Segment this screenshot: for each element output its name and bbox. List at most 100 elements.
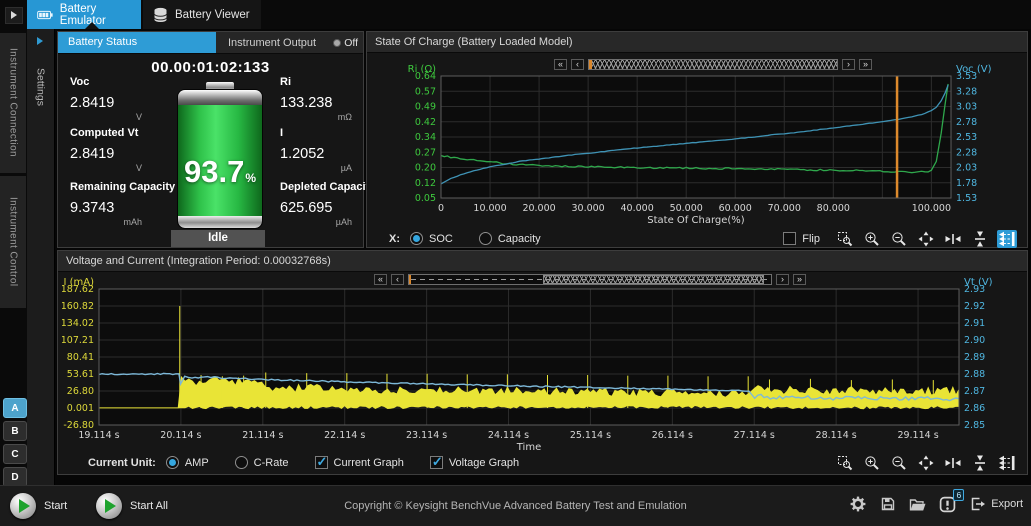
expand-panel-icon[interactable] <box>5 7 23 24</box>
scroll-left-button[interactable]: ‹ <box>391 274 404 285</box>
svg-text:3.03: 3.03 <box>956 102 977 113</box>
auto-scroll-icon[interactable] <box>997 230 1017 248</box>
svg-text:0.27: 0.27 <box>415 147 436 158</box>
tab-instrument-output[interactable]: Instrument Output Off <box>216 32 363 53</box>
radio-icon <box>410 232 423 245</box>
metric-unit: V <box>70 163 142 173</box>
svg-text:0.42: 0.42 <box>415 117 436 128</box>
fit-vertical-icon[interactable] <box>970 230 990 248</box>
flip-label: Flip <box>802 233 820 245</box>
fit-horizontal-icon[interactable] <box>943 454 963 472</box>
svg-text:26.114 s: 26.114 s <box>652 430 693 441</box>
chart-scrollbar[interactable]: « ‹ › » <box>554 58 872 71</box>
scrollbar-track[interactable] <box>588 59 838 70</box>
channel-button-c[interactable]: C <box>3 444 27 464</box>
tab-battery-viewer[interactable]: Battery Viewer <box>143 0 261 29</box>
current-graph-checkbox[interactable]: Current Graph <box>315 456 404 469</box>
svg-text:19.114 s: 19.114 s <box>78 430 119 441</box>
zoom-region-icon[interactable] <box>835 454 855 472</box>
voltage-current-chart[interactable]: 187.62160.82134.02107.2180.4153.6126.800… <box>62 277 1022 452</box>
svg-text:State Of Charge(%): State Of Charge(%) <box>647 215 745 226</box>
save-icon[interactable] <box>880 496 896 512</box>
auto-scroll-icon[interactable] <box>997 454 1017 472</box>
zoom-out-icon[interactable] <box>889 454 909 472</box>
rail-tab-label: Instrument Control <box>8 197 19 286</box>
fit-all-icon[interactable] <box>916 454 936 472</box>
export-button[interactable]: Export <box>969 496 1023 512</box>
svg-text:22.114 s: 22.114 s <box>324 430 365 441</box>
metric-unit: mΩ <box>280 112 352 122</box>
metric-unit: mAh <box>70 217 142 227</box>
scroll-right-button[interactable]: › <box>842 59 855 70</box>
export-icon <box>969 496 986 512</box>
channel-button-a[interactable]: A <box>3 398 27 418</box>
panel-title: Voltage and Current (Integration Period:… <box>58 251 1027 272</box>
radio-soc[interactable]: SOC <box>410 232 453 245</box>
svg-text:0: 0 <box>438 203 444 214</box>
zoom-region-icon[interactable] <box>835 230 855 248</box>
metric-unit: µAh <box>280 217 352 227</box>
svg-text:Voc (V): Voc (V) <box>956 64 992 75</box>
sidebar-item-instrument-connection[interactable]: Instrument Connection <box>0 33 26 173</box>
notification-badge: 6 <box>953 489 964 501</box>
radio-label: SOC <box>429 233 453 245</box>
tab-battery-status[interactable]: Battery Status <box>58 32 216 53</box>
fit-vertical-icon[interactable] <box>970 454 990 472</box>
fit-horizontal-icon[interactable] <box>943 230 963 248</box>
svg-text:I (mA): I (mA) <box>63 277 94 288</box>
benchvue-app: Battery Emulator Battery Viewer Instrume… <box>0 0 1031 526</box>
flip-checkbox[interactable]: Flip <box>783 232 820 245</box>
zoom-in-icon[interactable] <box>862 230 882 248</box>
scrollbar-thumb[interactable] <box>589 60 837 69</box>
footer-bar: Start Start All Copyright © Keysight Ben… <box>0 485 1031 526</box>
svg-text:20.000: 20.000 <box>522 203 555 214</box>
vc-chart-toolbar <box>835 454 1027 472</box>
tab-battery-emulator[interactable]: Battery Emulator <box>27 0 141 29</box>
svg-text:2.92: 2.92 <box>964 301 985 312</box>
settings-expand-icon[interactable] <box>37 37 43 45</box>
current-unit-label: Current Unit: <box>88 457 156 469</box>
soc-chart-controls: X: SOC Capacity Flip <box>367 228 1027 249</box>
soc-chart[interactable]: 0.640.570.490.420.340.270.200.120.053.53… <box>385 58 1015 226</box>
svg-text:Ri (Ω): Ri (Ω) <box>408 64 436 75</box>
radio-icon <box>166 456 179 469</box>
gear-icon[interactable] <box>849 495 867 513</box>
chart-scrollbar[interactable]: « ‹ › » <box>374 273 806 286</box>
metric-unit: µA <box>280 163 352 173</box>
alert-icon[interactable]: 6 <box>939 496 956 513</box>
voltage-graph-checkbox[interactable]: Voltage Graph <box>430 456 519 469</box>
channel-button-b[interactable]: B <box>3 421 27 441</box>
svg-text:50.000: 50.000 <box>670 203 703 214</box>
radio-c-rate[interactable]: C-Rate <box>235 456 289 469</box>
rail-tab-label: Instrument Connection <box>8 48 19 157</box>
scrollbar-thumb[interactable] <box>543 275 764 284</box>
footer-icons: 6 Export <box>849 495 1023 513</box>
svg-text:23.114 s: 23.114 s <box>406 430 447 441</box>
scroll-right-button[interactable]: › <box>776 274 789 285</box>
scrollbar-track[interactable] <box>408 274 772 285</box>
radio-icon <box>479 232 492 245</box>
svg-text:1.53: 1.53 <box>956 193 977 204</box>
radio-capacity[interactable]: Capacity <box>479 232 541 245</box>
sidebar-item-instrument-control[interactable]: Instrument Control <box>0 176 26 308</box>
scroll-far-left-button[interactable]: « <box>374 274 387 285</box>
zoom-in-icon[interactable] <box>862 454 882 472</box>
sidebar-item-settings[interactable]: Settings <box>27 51 54 123</box>
svg-text:134.02: 134.02 <box>62 318 94 329</box>
scroll-left-button[interactable]: ‹ <box>571 59 584 70</box>
radio-label: AMP <box>185 457 209 469</box>
svg-text:2.28: 2.28 <box>956 147 977 158</box>
scroll-far-right-button[interactable]: » <box>859 59 872 70</box>
left-rail: Instrument Connection Instrument Control… <box>0 29 27 485</box>
zoom-out-icon[interactable] <box>889 230 909 248</box>
folder-icon[interactable] <box>909 497 926 512</box>
output-state-toggle[interactable]: Off <box>333 37 363 49</box>
panel-title: State Of Charge (Battery Loaded Model) <box>367 32 1027 53</box>
svg-text:53.61: 53.61 <box>67 369 94 380</box>
scroll-far-right-button[interactable]: » <box>793 274 806 285</box>
channel-button-d[interactable]: D <box>3 467 27 487</box>
fit-all-icon[interactable] <box>916 230 936 248</box>
radio-amp[interactable]: AMP <box>166 456 209 469</box>
state-of-charge-panel: State Of Charge (Battery Loaded Model) «… <box>366 31 1028 248</box>
scroll-far-left-button[interactable]: « <box>554 59 567 70</box>
